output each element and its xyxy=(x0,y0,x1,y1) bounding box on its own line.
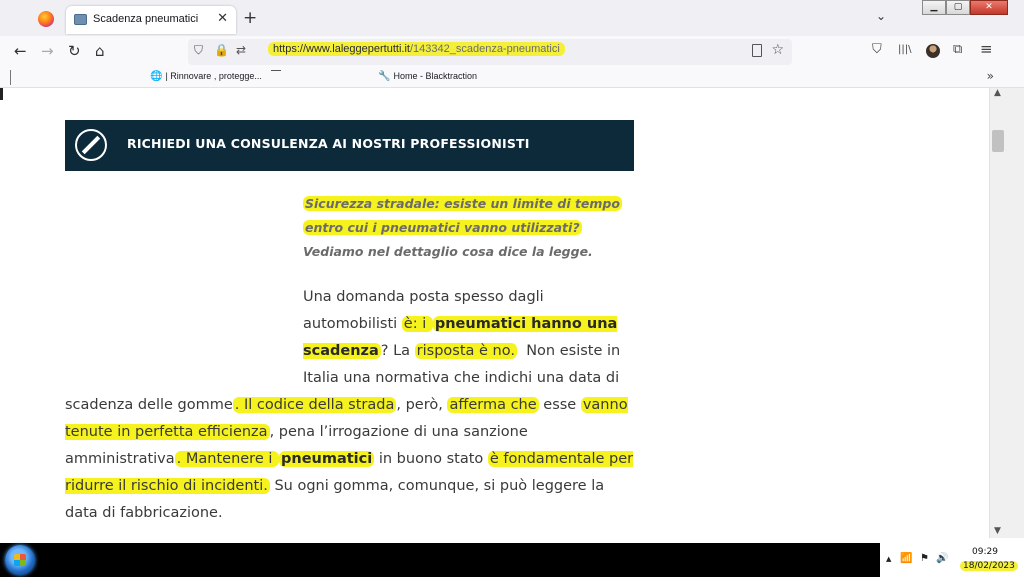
home-icon[interactable]: ⌂ xyxy=(95,42,105,60)
extensions-icon[interactable]: ⧉ xyxy=(953,42,962,57)
highlight-span: . Mantenere i xyxy=(174,451,279,467)
tab-close-icon[interactable]: ✕ xyxy=(217,11,228,26)
url-text[interactable]: https://www.laleggepertutti.it/143342_sc… xyxy=(268,42,565,56)
menu-icon[interactable]: ≡ xyxy=(980,40,993,58)
article-lead: Sicurezza stradale: esiste un limite di … xyxy=(303,192,633,264)
bookmarks-bar: 🌐 | Rinnovare , protegge... 🔧 Home - Black… xyxy=(0,68,1024,88)
bookmarks-divider xyxy=(271,70,281,71)
url-path: /143342_scadenza-pneumatici xyxy=(409,43,560,55)
article-paragraph-bottom: scadenza delle gomme. Il codice della st… xyxy=(65,392,635,527)
volume-icon[interactable]: 🔊 xyxy=(936,553,948,564)
tab-title: Scadenza pneumatici xyxy=(93,13,199,25)
url-domain: https://www.laleggepertutti.it xyxy=(273,43,410,55)
lead-line-1: Sicurezza stradale: esiste un limite di … xyxy=(303,196,622,211)
start-button[interactable] xyxy=(5,545,35,575)
navigation-bar: ← → ↻ ⌂ ⛉ 🔒 ⇄ https://www.laleggepertutt… xyxy=(0,36,1024,68)
bookmark-blacktraction[interactable]: 🔧 Home - Blacktraction xyxy=(378,71,477,82)
clock-time[interactable]: 09:29 xyxy=(972,547,998,557)
action-center-flag-icon[interactable]: ⚑ xyxy=(920,553,929,564)
window-controls: ▁ ▢ ✕ xyxy=(922,0,1008,15)
highlight-span: risposta è no. xyxy=(414,343,517,359)
clock-date[interactable]: 18/02/2023 xyxy=(960,561,1018,571)
windows-taskbar: ▲ 📶 ⚑ 🔊 09:29 18/02/2023 xyxy=(0,543,1024,577)
permissions-icon[interactable]: ⇄ xyxy=(236,43,246,57)
library-icon[interactable]: |||\ xyxy=(898,44,911,55)
windows-logo-icon xyxy=(14,554,26,566)
window-close-button[interactable]: ✕ xyxy=(970,0,1008,15)
highlight-bold-span: pneumatici xyxy=(279,451,375,467)
system-tray: ▲ 📶 ⚑ 🔊 xyxy=(880,543,1024,577)
bookmarks-overflow-icon[interactable]: » xyxy=(987,69,994,83)
page-favicon-icon xyxy=(74,14,87,25)
bookmark-label: | Rinnovare , protegge... xyxy=(165,71,262,81)
vertical-scrollbar[interactable]: ▲ ▼ xyxy=(989,88,1006,538)
new-tab-button[interactable]: + xyxy=(243,8,257,28)
highlight-span: è: i xyxy=(401,316,433,332)
lead-line-2: entro cui i pneumatici vanno utilizzati? xyxy=(303,220,582,235)
consultation-banner[interactable]: RICHIEDI UNA CONSULENZA AI NOSTRI PROFES… xyxy=(65,120,634,171)
tab-scadenza-pneumatici[interactable]: Scadenza pneumatici ✕ xyxy=(66,6,236,34)
text-span: scadenza delle gomme xyxy=(65,397,233,413)
text-span: esse xyxy=(538,397,581,413)
lock-icon[interactable]: 🔒 xyxy=(214,43,229,57)
minimize-button[interactable]: ▁ xyxy=(922,0,946,15)
maximize-button[interactable]: ▢ xyxy=(946,0,970,15)
highlight-span: afferma che xyxy=(447,397,539,413)
scroll-down-icon[interactable]: ▼ xyxy=(994,526,1001,536)
right-margin xyxy=(1006,88,1024,538)
show-hidden-icons-icon[interactable]: ▲ xyxy=(886,555,891,563)
highlight-span: . Il codice della strada xyxy=(232,397,397,413)
bookmark-label: Home - Blacktraction xyxy=(393,71,477,81)
bookmark-rinnovare[interactable]: 🌐 | Rinnovare , protegge... xyxy=(150,71,262,82)
lead-line-3: Vediamo nel dettaglio cosa dice la legge… xyxy=(303,244,593,259)
text-span: , però, xyxy=(396,397,448,413)
reader-view-icon[interactable] xyxy=(752,44,762,57)
firefox-icon[interactable] xyxy=(38,11,54,27)
address-bar[interactable]: ⛉ 🔒 ⇄ https://www.laleggepertutti.it/143… xyxy=(188,39,792,65)
left-edge xyxy=(0,88,3,100)
text-span: in buono stato xyxy=(374,451,488,467)
network-signal-icon[interactable]: 📶 xyxy=(900,553,912,564)
compass-icon xyxy=(75,129,107,161)
wrench-icon: 🔧 xyxy=(378,71,391,82)
account-avatar[interactable] xyxy=(926,44,940,58)
pocket-icon[interactable]: ⛉ xyxy=(872,42,882,57)
article-paragraph-top: Una domanda posta spesso dagli automobil… xyxy=(303,284,633,392)
back-icon[interactable]: ← xyxy=(14,42,27,60)
scroll-up-icon[interactable]: ▲ xyxy=(994,88,1001,98)
text-span: ? La xyxy=(380,343,415,359)
globe-icon: 🌐 xyxy=(150,71,163,82)
tracking-protection-shield-icon[interactable]: ⛉ xyxy=(194,43,203,58)
forward-icon[interactable]: → xyxy=(41,42,54,60)
tab-strip: Scadenza pneumatici ✕ + ⌄ ▁ ▢ ✕ xyxy=(0,0,1024,36)
bookmark-star-icon[interactable]: ☆ xyxy=(771,42,784,58)
list-all-tabs-icon[interactable]: ⌄ xyxy=(876,9,886,23)
bookmarks-separator xyxy=(10,70,11,85)
scrollbar-thumb[interactable] xyxy=(992,130,1004,152)
banner-title: RICHIEDI UNA CONSULENZA AI NOSTRI PROFES… xyxy=(127,136,530,151)
reload-icon[interactable]: ↻ xyxy=(68,42,81,60)
